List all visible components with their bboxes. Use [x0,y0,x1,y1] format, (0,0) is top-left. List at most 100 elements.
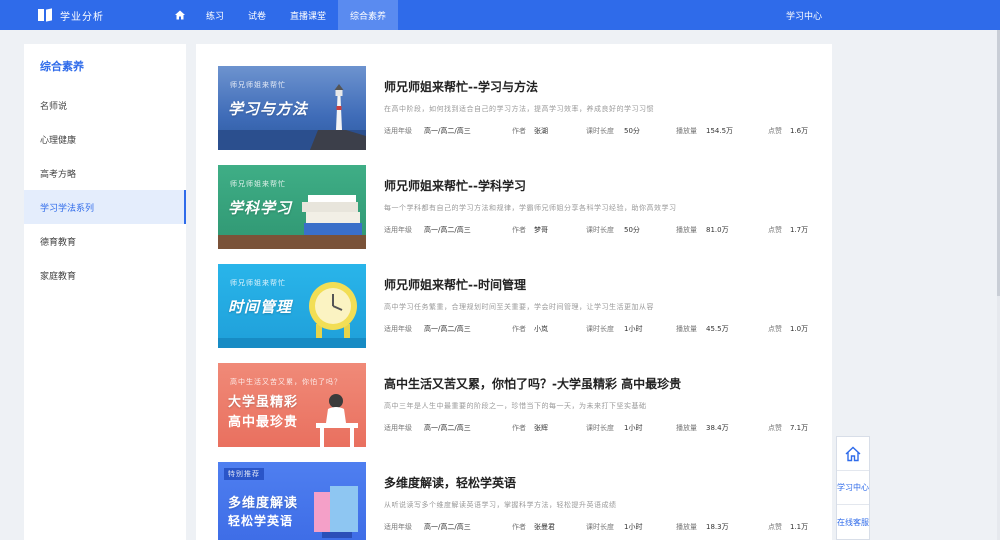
course-title[interactable]: 师兄师姐来帮忙--学科学习 [384,177,526,194]
duration-value: 1小时 [624,325,643,333]
course-title[interactable]: 多维度解读，轻松学英语 [384,474,516,491]
thumbnail-title: 多维度解读 [228,496,299,511]
nav-live-class[interactable]: 直播课堂 [278,0,338,30]
nav-comprehensive-literacy[interactable]: 综合素养 [338,0,399,30]
thumbnail-subtitle: 高中最珍贵 [228,415,299,430]
likes-value: 1.6万 [790,127,809,135]
grade-label: 适用年级 [384,226,412,234]
author-label: 作者 [512,226,526,234]
author-value: 张辉 [534,424,548,432]
duration-value: 1小时 [624,424,643,432]
thumbnail-title: 时间管理 [228,298,293,316]
grade-value: 高一/高二/高三 [424,523,471,531]
duration-value: 1小时 [624,523,643,531]
likes-label: 点赞 [768,523,782,531]
duration-label: 课时长度 [586,325,614,333]
author-label: 作者 [512,325,526,333]
course-card[interactable]: 师兄师姐来帮忙 学习与方法 师兄师姐来帮忙--学习与方法 在高中阶段，如何找到适… [218,66,818,150]
float-learning-center[interactable]: 学习中心 [837,471,869,505]
sidebar: 综合素养 名师说 心理健康 高考方略 学习学法系列 德育教育 家庭教育 [24,44,186,540]
views-value: 154.5万 [706,127,734,135]
author-value: 张湖 [534,127,548,135]
course-meta: 适用年级 高一/高二/高三 作者 张湖 课时长度 50分 播放量 154.5万 … [384,126,814,138]
course-card[interactable]: 高中生活又苦又累，你怕了吗？ 大学虽精彩 高中最珍贵 高中生活又苦又累，你怕了吗… [218,363,818,447]
views-label: 播放量 [676,424,697,432]
author-label: 作者 [512,424,526,432]
course-meta: 适用年级 高一/高二/高三 作者 张辉 课时长度 1小时 播放量 38.4万 点… [384,423,814,435]
course-title[interactable]: 师兄师姐来帮忙--学习与方法 [384,78,538,95]
likes-value: 1.7万 [790,226,809,234]
thumbnail-subtitle: 轻松学英语 [228,514,294,528]
course-description: 在高中阶段，如何找到适合自己的学习方法，提高学习效率，养成良好的学习习惯 [384,105,654,113]
likes-label: 点赞 [768,325,782,333]
grade-label: 适用年级 [384,424,412,432]
views-label: 播放量 [676,127,697,135]
course-description: 从听说读写多个维度解读英语学习，掌握科学方法，轻松提升英语成绩 [384,501,617,509]
brand[interactable]: 学业分析 [38,0,104,30]
likes-value: 1.1万 [790,523,809,531]
course-description: 高中学习任务繁重，合理规划时间至关重要，学会时间管理，让学习生活更加从容 [384,303,654,311]
thumbnail-caption: 特别推荐 [224,468,264,480]
duration-label: 课时长度 [586,226,614,234]
author-label: 作者 [512,523,526,531]
sidebar-item-study-methods[interactable]: 学习学法系列 [24,190,186,224]
views-label: 播放量 [676,226,697,234]
likes-label: 点赞 [768,127,782,135]
thumbnail-caption: 高中生活又苦又累，你怕了吗？ [230,378,342,386]
likes-value: 1.0万 [790,325,809,333]
course-title[interactable]: 师兄师姐来帮忙--时间管理 [384,276,526,293]
views-value: 45.5万 [706,325,729,333]
thumbnail-caption: 师兄师姐来帮忙 [230,81,286,89]
thumbnail-title: 大学虽精彩 [228,395,299,410]
sidebar-item-exam-strategy[interactable]: 高考方略 [24,156,186,190]
thumbnail-title: 学习与方法 [228,100,309,118]
course-card[interactable]: 师兄师姐来帮忙 学科学习 师兄师姐来帮忙--学科学习 每一个学科都有自己的学习方… [218,165,818,249]
likes-label: 点赞 [768,226,782,234]
sidebar-item-moral-education[interactable]: 德育教育 [24,224,186,258]
nav-practice[interactable]: 练习 [194,0,236,30]
author-label: 作者 [512,127,526,135]
float-online-service[interactable]: 在线客服 [837,505,869,539]
home-icon [175,10,185,20]
course-card[interactable]: 特别推荐 多维度解读 轻松学英语 多维度解读，轻松学英语 从听说读写多个维度解读… [218,462,818,540]
duration-value: 50分 [624,226,640,234]
learning-center-link[interactable]: 学习中心 [786,0,822,30]
grade-label: 适用年级 [384,325,412,333]
home-outline-icon [845,446,861,461]
course-title[interactable]: 高中生活又苦又累，你怕了吗？-大学虽精彩 高中最珍贵 [384,375,681,392]
grade-value: 高一/高二/高三 [424,226,471,234]
views-label: 播放量 [676,325,697,333]
main-nav: 练习 试卷 直播课堂 综合素养 [166,0,399,30]
top-navigation-bar: 学业分析 练习 试卷 直播课堂 综合素养 学习中心 [0,0,1000,30]
course-thumbnail[interactable]: 师兄师姐来帮忙 学习与方法 [218,66,366,150]
brand-name: 学业分析 [60,11,104,23]
course-description: 每一个学科都有自己的学习方法和规律，学霸师兄师姐分享各科学习经验，助你高效学习 [384,204,677,212]
author-value: 梦哥 [534,226,548,234]
sidebar-item-famous-teachers[interactable]: 名师说 [24,88,186,122]
course-thumbnail[interactable]: 师兄师姐来帮忙 学科学习 [218,165,366,249]
sidebar-item-family-education[interactable]: 家庭教育 [24,258,186,292]
grade-value: 高一/高二/高三 [424,424,471,432]
author-value: 小岚 [534,325,548,333]
nav-exam-papers[interactable]: 试卷 [236,0,278,30]
course-thumbnail[interactable]: 高中生活又苦又累，你怕了吗？ 大学虽精彩 高中最珍贵 [218,363,366,447]
grade-value: 高一/高二/高三 [424,127,471,135]
grade-label: 适用年级 [384,127,412,135]
thumbnail-caption: 师兄师姐来帮忙 [230,279,286,287]
sidebar-item-mental-health[interactable]: 心理健康 [24,122,186,156]
views-value: 81.0万 [706,226,729,234]
course-meta: 适用年级 高一/高二/高三 作者 张曼君 课时长度 1小时 播放量 18.3万 … [384,522,814,534]
duration-label: 课时长度 [586,127,614,135]
likes-label: 点赞 [768,424,782,432]
course-card[interactable]: 师兄师姐来帮忙 时间管理 师兄师姐来帮忙--时间管理 高中学习任务繁重，合理规划… [218,264,818,348]
likes-value: 7.1万 [790,424,809,432]
course-thumbnail[interactable]: 特别推荐 多维度解读 轻松学英语 [218,462,366,540]
thumbnail-caption: 师兄师姐来帮忙 [230,180,286,188]
nav-home[interactable] [166,0,194,30]
course-meta: 适用年级 高一/高二/高三 作者 小岚 课时长度 1小时 播放量 45.5万 点… [384,324,814,336]
floating-toolbar: 学习中心 在线客服 [836,436,870,540]
course-meta: 适用年级 高一/高二/高三 作者 梦哥 课时长度 50分 播放量 81.0万 点… [384,225,814,237]
float-home-button[interactable] [837,437,869,471]
grade-value: 高一/高二/高三 [424,325,471,333]
course-thumbnail[interactable]: 师兄师姐来帮忙 时间管理 [218,264,366,348]
